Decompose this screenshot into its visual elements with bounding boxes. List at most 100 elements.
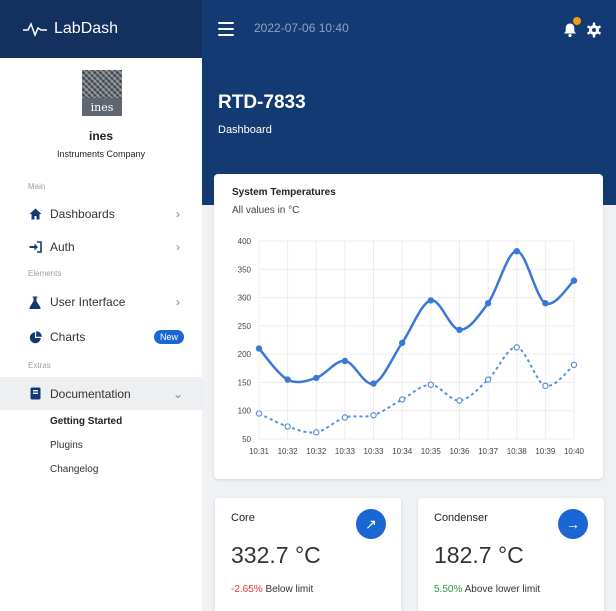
y-tick-label: 300 [238, 294, 252, 303]
series-line-2 [258, 346, 575, 434]
data-point [313, 374, 320, 382]
y-tick-label: 400 [238, 237, 252, 246]
sidebar-item-user-interface[interactable]: User Interface › [0, 287, 202, 317]
avatar-text: ines [90, 101, 114, 114]
data-point [313, 429, 320, 436]
hamburger-icon [218, 22, 234, 24]
temperature-chart-card: System Temperatures All values in °C 50 1… [214, 174, 603, 479]
sidebar-item-label: Dashboards [50, 207, 115, 221]
x-tick-label: 10:38 [507, 447, 528, 456]
stat-card-core: Core ↗ 332.7 °C -2.65% Below limit [215, 498, 401, 611]
sidebar-subitem-getting-started[interactable]: Getting Started [50, 416, 122, 427]
avatar: ines [82, 70, 122, 116]
pie-chart-icon [28, 330, 42, 344]
data-point [484, 300, 492, 307]
menu-toggle-button[interactable] [218, 22, 234, 36]
x-tick-label: 10:40 [564, 447, 585, 456]
delta-percent: 5.50% [434, 584, 463, 595]
page-title: RTD-7833 [218, 92, 306, 113]
user-name: ines [88, 129, 113, 143]
sidebar-item-charts[interactable]: Charts New [0, 322, 202, 352]
user-company: Instruments Company [56, 149, 146, 159]
data-point [456, 326, 463, 334]
home-icon [28, 207, 42, 221]
stat-title: Core [231, 512, 255, 524]
arrow-up-right-icon[interactable]: ↗ [356, 509, 386, 539]
chevron-right-icon: › [176, 207, 180, 221]
y-tick-label: 200 [238, 350, 252, 359]
chevron-down-icon: ⌄ [172, 386, 184, 401]
pulse-icon [23, 22, 47, 37]
series-line-1 [258, 249, 575, 385]
sidebar-item-documentation[interactable]: Documentation ⌄ [0, 377, 202, 410]
sidebar-subitem-plugins[interactable]: Plugins [50, 440, 83, 451]
sidebar-subitem-changelog[interactable]: Changelog [50, 464, 98, 475]
arrow-right-icon[interactable]: → [558, 509, 588, 539]
gear-icon[interactable] [586, 22, 602, 38]
x-tick-label: 10:32 [306, 447, 327, 456]
data-point [570, 361, 578, 369]
data-point [370, 380, 377, 387]
temperature-line-chart: 50 100 150 200 250 300 350 400 10:31 10:32 10:32 10… [238, 237, 585, 456]
data-point [513, 247, 520, 255]
sidebar: ines ines Instruments Company Main Dashb… [0, 58, 202, 611]
sidebar-item-label: Charts [50, 330, 86, 344]
x-tick-label: 10:33 [364, 447, 385, 456]
data-point [484, 376, 492, 383]
data-point [341, 357, 349, 365]
x-tick-label: 10:32 [278, 447, 299, 456]
stat-title: Condenser [434, 512, 488, 524]
flask-icon [28, 295, 42, 309]
x-tick-label: 10:34 [392, 447, 413, 456]
sidebar-item-label: Documentation [50, 386, 131, 401]
data-point [542, 382, 549, 390]
data-point [513, 344, 520, 351]
x-tick-label: 10:39 [535, 447, 556, 456]
data-point [427, 381, 435, 388]
sidebar-item-auth[interactable]: Auth › [0, 232, 202, 262]
data-point [255, 410, 263, 417]
sidebar-item-dashboards[interactable]: Dashboards › [0, 199, 202, 229]
book-icon [28, 387, 42, 401]
y-tick-label: 350 [238, 265, 252, 274]
y-tick-label: 50 [242, 435, 251, 444]
app-name: LabDash [54, 20, 119, 37]
stat-delta: -2.65% Below limit [231, 584, 313, 595]
chevron-right-icon: › [176, 295, 180, 309]
data-point [456, 397, 463, 404]
stat-value: 182.7 °C [434, 542, 524, 568]
sign-in-icon [28, 240, 42, 254]
section-elements: Elements [28, 269, 62, 278]
brand[interactable]: LabDash [0, 0, 202, 58]
section-extras: Extras [28, 361, 51, 370]
sidebar-item-label: User Interface [50, 295, 126, 309]
data-point [398, 396, 406, 403]
data-point [284, 376, 291, 383]
x-tick-label: 10:36 [449, 447, 470, 456]
delta-text: Above lower limit [464, 584, 541, 595]
data-point [370, 412, 377, 419]
x-tick-label: 10:33 [335, 447, 356, 456]
sidebar-item-label: Auth [50, 240, 75, 254]
stat-delta: 5.50% Above lower limit [434, 584, 540, 595]
datetime: 2022-07-06 10:40 [254, 21, 349, 35]
data-point [542, 300, 549, 307]
stat-card-condenser: Condenser → 182.7 °C 5.50% Above lower l… [418, 498, 604, 611]
section-main: Main [28, 182, 46, 191]
notification-dot [573, 17, 581, 25]
data-point [427, 297, 435, 304]
x-tick-label: 10:37 [478, 447, 499, 456]
chevron-right-icon: › [176, 240, 180, 254]
page-subtitle: Dashboard [218, 124, 272, 136]
data-point [570, 277, 578, 284]
data-point [341, 414, 349, 421]
y-tick-label: 100 [238, 407, 252, 416]
x-tick-label: 10:31 [249, 447, 270, 456]
data-point [255, 345, 263, 352]
x-tick-label: 10:35 [421, 447, 442, 456]
data-point [398, 339, 406, 347]
new-badge: New [153, 330, 184, 344]
y-tick-label: 250 [238, 322, 252, 331]
stat-value: 332.7 °C [231, 542, 321, 568]
data-point [284, 423, 291, 430]
